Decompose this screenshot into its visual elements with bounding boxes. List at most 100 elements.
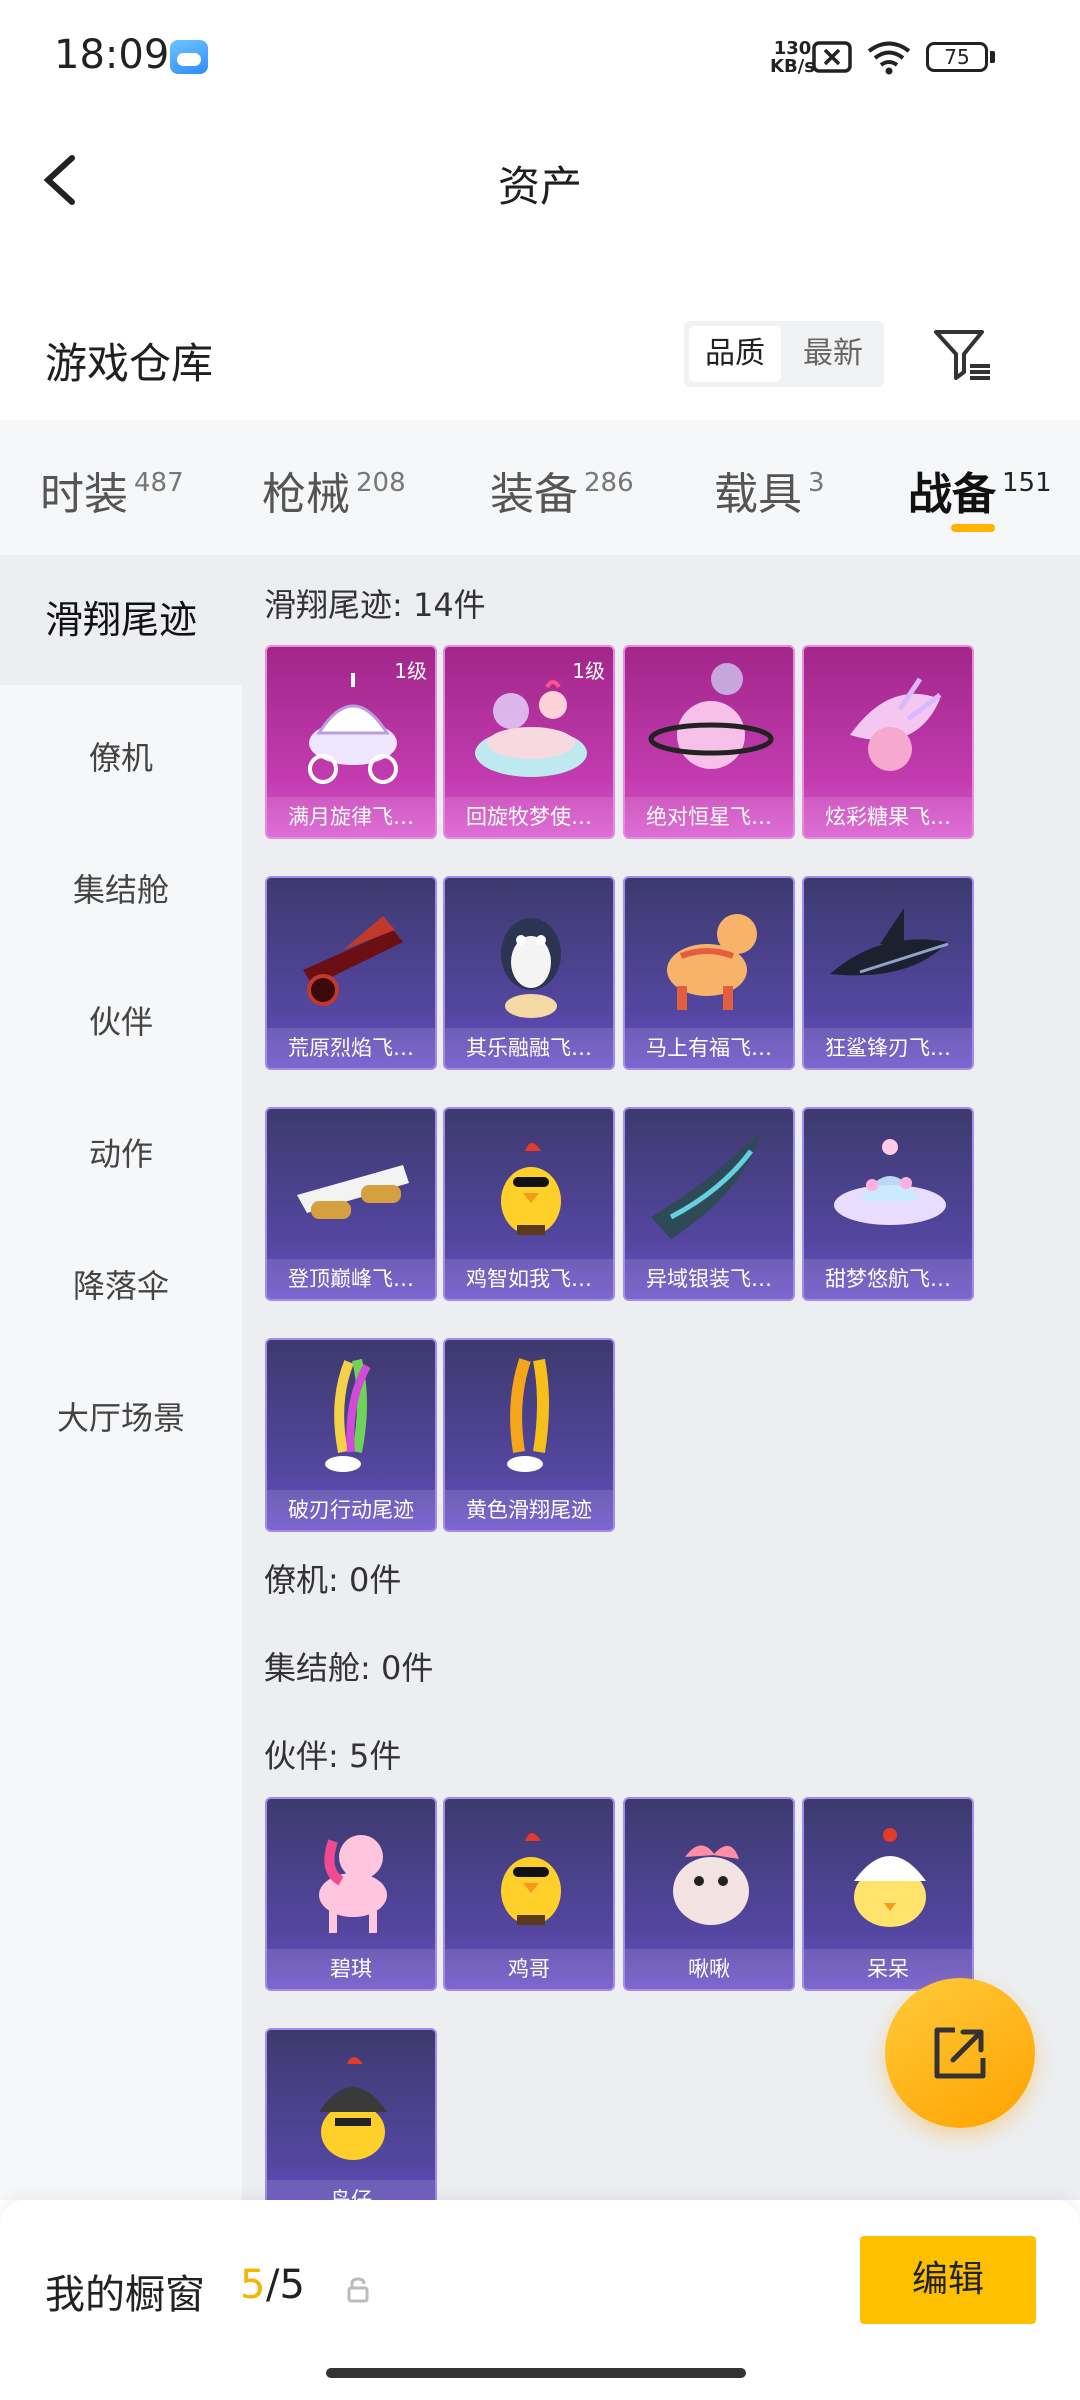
tab-label: 装备 bbox=[490, 469, 578, 520]
item-card[interactable]: 破刃行动尾迹 bbox=[265, 1338, 437, 1532]
item-card[interactable]: 马上有福飞… bbox=[623, 876, 795, 1070]
item-level-badge: 1级 bbox=[394, 659, 427, 683]
trail-rainbow-icon bbox=[325, 1358, 371, 1472]
item-name: 黄色滑翔尾迹 bbox=[445, 1490, 613, 1530]
warehouse-title: 游戏仓库 bbox=[45, 339, 214, 388]
item-name: 荒原烈焰飞… bbox=[267, 1028, 435, 1068]
flame-bike-icon bbox=[303, 916, 403, 1006]
item-card[interactable]: 炫彩糖果飞… bbox=[802, 645, 974, 839]
horse-icon bbox=[667, 914, 757, 1010]
tab-count: 286 bbox=[584, 468, 634, 498]
item-card[interactable]: 1级回旋牧梦使… bbox=[443, 645, 615, 839]
item-name: 其乐融融飞… bbox=[445, 1028, 613, 1068]
item-name: 马上有福飞… bbox=[625, 1028, 793, 1068]
lock-icon bbox=[347, 2277, 369, 2303]
status-time: 18:09 bbox=[54, 32, 170, 78]
item-card[interactable]: 呆呆 bbox=[802, 1797, 974, 1991]
item-name: 啾啾 bbox=[625, 1949, 793, 1989]
tab-count: 208 bbox=[356, 468, 406, 498]
sidebar-item-glide-trail[interactable]: 滑翔尾迹 bbox=[0, 555, 242, 685]
category-tabs: 时装 487 枪械 208 装备 286 载具 3 战备 151 bbox=[0, 420, 1080, 555]
weather-icon bbox=[170, 40, 208, 74]
item-card[interactable]: 岛仔 bbox=[265, 2028, 437, 2200]
item-card[interactable]: 啾啾 bbox=[623, 1797, 795, 1991]
item-level-badge: 1级 bbox=[572, 659, 605, 683]
item-name: 绝对恒星飞… bbox=[625, 797, 793, 837]
item-name: 破刃行动尾迹 bbox=[267, 1490, 435, 1530]
item-card[interactable]: 鸡智如我飞… bbox=[443, 1107, 615, 1301]
sidebar-item-parachute[interactable]: 降落伞 bbox=[0, 1261, 242, 1307]
item-name: 登顶巅峰飞… bbox=[267, 1259, 435, 1299]
no-sim-icon bbox=[812, 41, 852, 73]
edit-button[interactable]: 编辑 bbox=[860, 2236, 1036, 2324]
item-name: 岛仔 bbox=[267, 2180, 435, 2200]
tab-label: 枪械 bbox=[262, 469, 350, 520]
tab-firearms[interactable]: 枪械 208 bbox=[262, 458, 406, 522]
sidebar-item-emote[interactable]: 动作 bbox=[0, 1129, 242, 1175]
tab-count: 151 bbox=[1002, 468, 1052, 498]
section-title-assembly-pod: 集结舱: 0件 bbox=[264, 1649, 434, 1687]
trail-yellow-icon bbox=[507, 1358, 549, 1472]
item-card[interactable]: 甜梦悠航飞… bbox=[802, 1107, 974, 1301]
tab-combat-gear[interactable]: 战备 151 bbox=[908, 458, 1052, 522]
item-grid-area: 滑翔尾迹: 14件 僚机: 0件 集结舱: 0件 伙伴: 5件 1级满月旋律飞…… bbox=[242, 555, 1080, 2200]
battery-level: 75 bbox=[944, 45, 970, 69]
item-name: 满月旋律飞… bbox=[267, 797, 435, 837]
section-title-companion: 伙伴: 5件 bbox=[264, 1737, 402, 1775]
tab-vehicles[interactable]: 载具 3 bbox=[714, 458, 825, 522]
tab-fashion[interactable]: 时装 487 bbox=[40, 458, 184, 522]
active-tab-indicator bbox=[951, 524, 995, 532]
penguin-icon bbox=[501, 918, 561, 1018]
item-card[interactable]: 碧琪 bbox=[265, 1797, 437, 1991]
status-bar: 18:09 130 KB/s 75 bbox=[0, 0, 1080, 120]
tab-label: 时装 bbox=[40, 469, 128, 520]
sort-segmented-control: 品质 最新 bbox=[684, 321, 884, 387]
network-speed: 130 KB/s bbox=[770, 40, 815, 76]
pony-icon bbox=[319, 1835, 387, 1933]
item-card[interactable]: 异域银装飞… bbox=[623, 1107, 795, 1301]
wifi-icon bbox=[867, 41, 911, 75]
section-title-glide-trail: 滑翔尾迹: 14件 bbox=[264, 586, 486, 624]
wing-icon bbox=[651, 1131, 761, 1239]
showcase-current-count: 5 bbox=[240, 2262, 266, 2308]
showcase-total-count: /5 bbox=[266, 2262, 305, 2308]
item-card[interactable]: 黄色滑翔尾迹 bbox=[443, 1338, 615, 1532]
chicken-icon bbox=[501, 1143, 561, 1235]
item-name: 碧琪 bbox=[267, 1949, 435, 1989]
item-card[interactable]: 绝对恒星飞… bbox=[623, 645, 795, 839]
jet-icon bbox=[297, 1165, 409, 1219]
network-speed-unit: KB/s bbox=[770, 56, 815, 77]
sidebar-item-wingman[interactable]: 僚机 bbox=[0, 733, 242, 779]
item-card[interactable]: 荒原烈焰飞… bbox=[265, 876, 437, 1070]
tab-equipment[interactable]: 装备 286 bbox=[490, 458, 634, 522]
helmet-chick-icon bbox=[319, 2057, 387, 2160]
battery-tip bbox=[990, 51, 995, 63]
page-title: 资产 bbox=[497, 162, 582, 211]
item-name: 异域银装飞… bbox=[625, 1259, 793, 1299]
candy-flower-icon bbox=[850, 677, 942, 771]
tab-count: 487 bbox=[134, 468, 184, 498]
sidebar-item-lobby-scene[interactable]: 大厅场景 bbox=[0, 1393, 242, 1439]
item-card[interactable]: 登顶巅峰飞… bbox=[265, 1107, 437, 1301]
tab-label: 载具 bbox=[714, 469, 802, 520]
item-name: 鸡哥 bbox=[445, 1949, 613, 1989]
item-name: 回旋牧梦使… bbox=[445, 797, 613, 837]
sidebar-item-assembly-pod[interactable]: 集结舱 bbox=[0, 865, 242, 911]
filter-icon[interactable] bbox=[930, 322, 994, 386]
sort-option-quality[interactable]: 品质 bbox=[689, 326, 781, 382]
shark-icon bbox=[830, 908, 949, 976]
item-card[interactable]: 1级满月旋律飞… bbox=[265, 645, 437, 839]
showcase-label: 我的橱窗 bbox=[45, 2272, 205, 2318]
sidebar-item-companion[interactable]: 伙伴 bbox=[0, 997, 242, 1043]
app-header: 资产 bbox=[0, 120, 1080, 240]
item-card[interactable]: 其乐融融飞… bbox=[443, 876, 615, 1070]
chicken-icon bbox=[501, 1833, 561, 1925]
item-card[interactable]: 鸡哥 bbox=[443, 1797, 615, 1991]
share-fab-button[interactable] bbox=[885, 1978, 1035, 2128]
sort-option-newest[interactable]: 最新 bbox=[787, 326, 879, 382]
item-card[interactable]: 狂鲨锋刃飞… bbox=[802, 876, 974, 1070]
chick-icon bbox=[854, 1828, 926, 1927]
section-title-wingman: 僚机: 0件 bbox=[264, 1561, 402, 1599]
sidebar: 滑翔尾迹 僚机 集结舱 伙伴 动作 降落伞 大厅场景 bbox=[0, 555, 242, 2200]
planet-icon bbox=[648, 663, 774, 769]
